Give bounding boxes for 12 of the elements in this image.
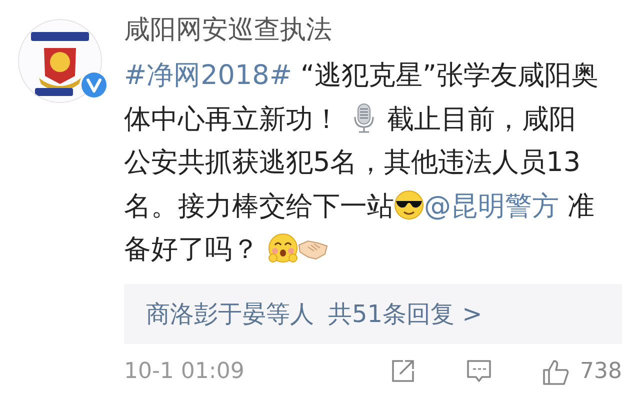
mention-link[interactable]: @昆明警方: [424, 190, 559, 222]
reply-count-link[interactable]: 共51条回复 >: [328, 298, 482, 330]
author-name[interactable]: 咸阳网安巡查执法: [124, 14, 332, 46]
replier-names[interactable]: 商洛彭于晏等人: [146, 298, 314, 330]
like-icon[interactable]: [542, 358, 570, 386]
replies-panel[interactable]: 商洛彭于晏等人 共51条回复 >: [124, 284, 622, 344]
like-count: 738: [580, 359, 622, 384]
post-text: #净网2018# “逃犯克星”张学友咸阳奥体中心再立新功！ 截止目前，咸阳公安共抓获逃犯5名，其他违法人员13名。接力棒交给下一站 @昆明警方 准备好了吗？: [124, 59, 600, 267]
sunglasses-face-icon: [394, 190, 424, 220]
post-time: 10-1 01:09: [124, 359, 244, 384]
hashtag-link[interactable]: #净网2018#: [124, 60, 292, 91]
smiling-face-icon: [268, 233, 298, 263]
